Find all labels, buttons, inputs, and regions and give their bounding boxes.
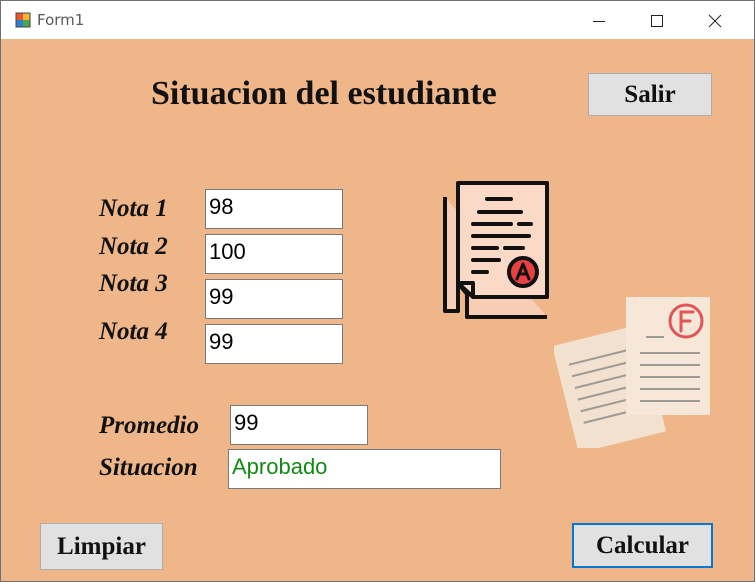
calculate-button[interactable]: Calcular xyxy=(572,523,713,568)
close-button[interactable] xyxy=(687,1,745,39)
grade-1-label: Nota 1 xyxy=(99,195,168,222)
graded-document-a-icon xyxy=(443,181,549,319)
window-title: Form1 xyxy=(37,11,85,29)
form1-window: Form1 Situacion del estudiante Salir Not… xyxy=(0,0,755,582)
grade-3-field[interactable]: 99 xyxy=(205,279,343,319)
minimize-button[interactable] xyxy=(571,1,629,39)
status-label: Situacion xyxy=(99,454,198,481)
status-field[interactable]: Aprobado xyxy=(228,449,501,489)
title-bar[interactable]: Form1 xyxy=(1,1,754,39)
grade-2-label: Nota 2 xyxy=(99,233,168,260)
grade-1-field[interactable]: 98 xyxy=(205,189,343,229)
grade-2-field[interactable]: 100 xyxy=(205,234,343,274)
average-field[interactable]: 99 xyxy=(230,405,368,445)
maximize-button[interactable] xyxy=(629,1,687,39)
form-app-icon xyxy=(15,12,31,28)
clear-button[interactable]: Limpiar xyxy=(40,523,163,570)
grade-4-label: Nota 4 xyxy=(99,318,168,345)
graded-papers-f-icon xyxy=(554,297,710,448)
exit-button[interactable]: Salir xyxy=(588,73,712,116)
minimize-icon xyxy=(593,21,605,22)
maximize-icon xyxy=(651,15,663,27)
grade-4-field[interactable]: 99 xyxy=(205,324,343,364)
form-heading: Situacion del estudiante xyxy=(151,75,497,112)
close-icon xyxy=(708,14,722,28)
grade-3-label: Nota 3 xyxy=(99,270,168,297)
average-label: Promedio xyxy=(99,412,199,439)
